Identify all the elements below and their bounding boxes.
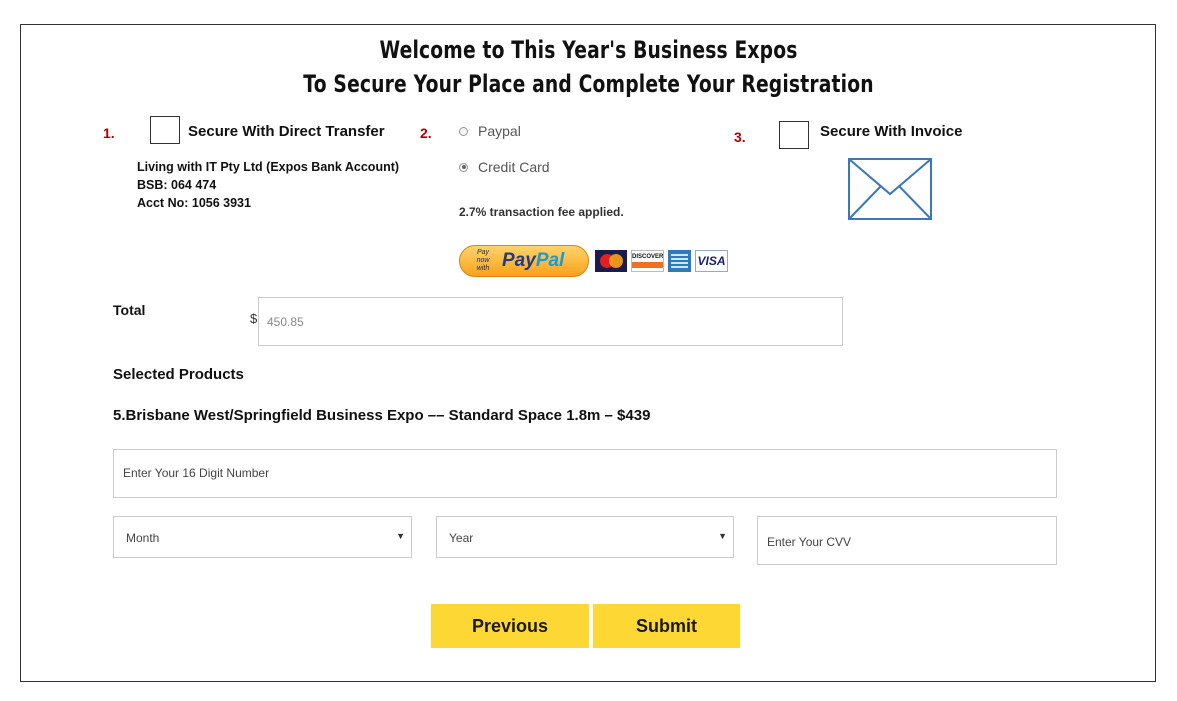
total-label: Total (113, 302, 146, 318)
year-select-value: Year (449, 531, 474, 545)
bank-account-name: Living with IT Pty Ltd (Expos Bank Accou… (137, 160, 400, 174)
option3-number: 3. (734, 129, 746, 145)
page-subtitle: To Secure Your Place and Complete Your R… (303, 70, 874, 98)
invoice-checkbox[interactable] (779, 121, 809, 149)
mastercard-icon (595, 250, 627, 272)
page-title: Welcome to This Year's Business Expos (379, 36, 798, 64)
transaction-fee-note: 2.7% transaction fee applied. (459, 205, 624, 219)
option1-number: 1. (103, 125, 115, 141)
selected-product-item: 5.Brisbane West/Springfield Business Exp… (113, 407, 651, 424)
radio-paypal-label: Paypal (478, 123, 521, 139)
direct-transfer-label: Secure With Direct Transfer (188, 123, 385, 140)
card-number-input[interactable]: Enter Your 16 Digit Number (113, 449, 1057, 498)
month-select[interactable]: Month ▼ (113, 516, 412, 558)
invoice-label: Secure With Invoice (820, 123, 963, 140)
amex-icon (668, 250, 691, 272)
submit-button[interactable]: Submit (593, 604, 740, 648)
radio-credit-card-circle[interactable] (459, 162, 468, 172)
total-field[interactable]: 450.85 (258, 297, 843, 346)
paypal-logo: PayPal (502, 250, 565, 271)
previous-button[interactable]: Previous (431, 604, 589, 648)
paypal-pay-now-button[interactable]: Pay now with PayPal (459, 245, 589, 277)
chevron-down-icon: ▼ (396, 531, 405, 541)
radio-credit-card-label: Credit Card (478, 159, 550, 175)
selected-products-heading: Selected Products (113, 366, 244, 383)
radio-paypal-circle[interactable] (459, 126, 468, 136)
direct-transfer-checkbox[interactable] (150, 116, 180, 144)
bank-account-number: Acct No: 1056 3931 (137, 196, 251, 210)
currency-symbol: $ (250, 311, 258, 326)
radio-credit-card[interactable]: Credit Card (459, 159, 550, 175)
radio-paypal[interactable]: Paypal (459, 123, 521, 139)
year-select[interactable]: Year ▼ (436, 516, 734, 558)
visa-icon: VISA (695, 250, 728, 272)
paypal-pay-now-text: Pay now with (476, 249, 490, 272)
option2-number: 2. (420, 125, 432, 141)
envelope-icon[interactable] (848, 158, 932, 220)
cvv-input[interactable]: Enter Your CVV (757, 516, 1057, 565)
bank-details: Living with IT Pty Ltd (Expos Bank Accou… (137, 157, 399, 213)
discover-icon: DISCOVER (631, 250, 664, 272)
chevron-down-icon: ▼ (718, 531, 727, 541)
bank-bsb: BSB: 064 474 (137, 178, 217, 192)
month-select-value: Month (126, 531, 160, 545)
